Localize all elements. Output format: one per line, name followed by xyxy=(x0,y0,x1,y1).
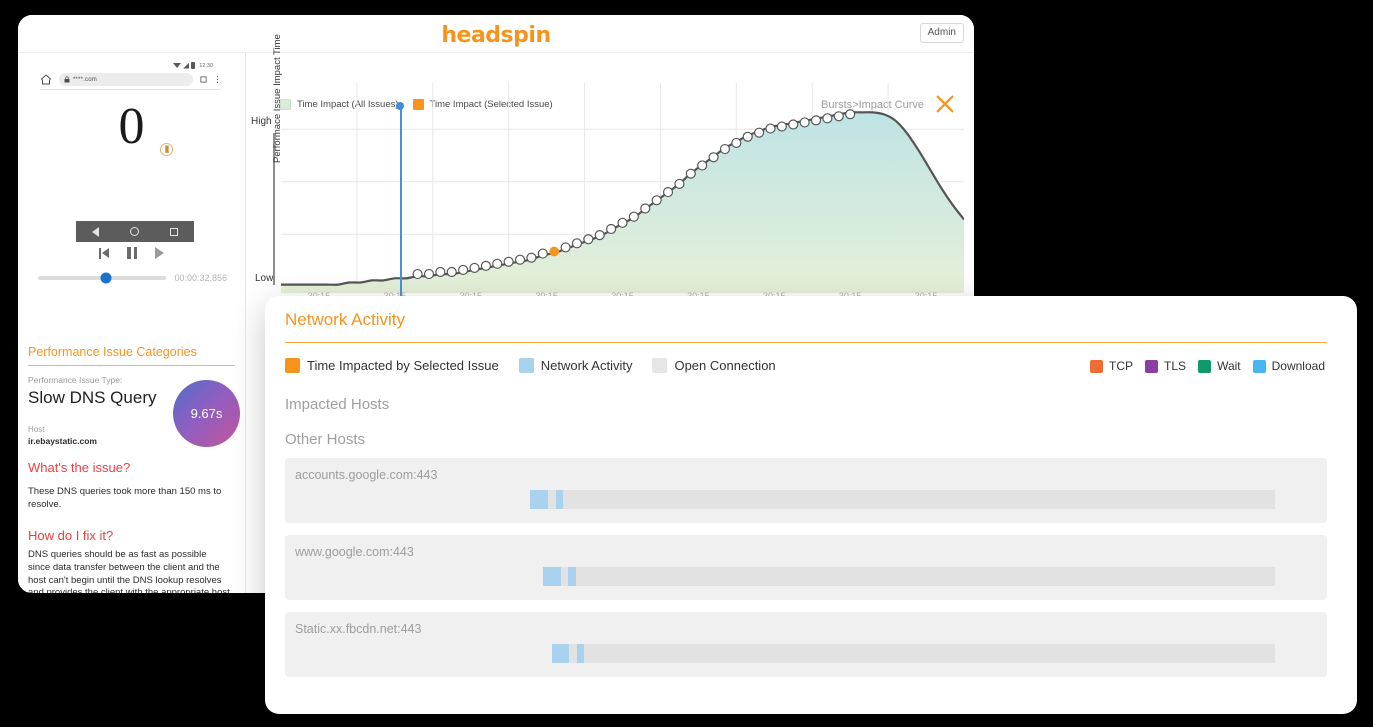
seek-slider[interactable] xyxy=(38,272,167,284)
net-legend-item-1: Network Activity xyxy=(518,358,633,373)
net-phase-legend-item-3: Download xyxy=(1252,359,1325,373)
net-legend-label-2: Open Connection xyxy=(674,358,776,373)
device-clock: 12:30 xyxy=(199,62,213,69)
device-status-bar: 12:30 xyxy=(173,62,213,69)
open-connection-track xyxy=(551,644,1275,663)
table-row[interactable]: www.google.com:443 xyxy=(285,535,1327,600)
network-legend-right: TCP TLS Wait Download xyxy=(1090,359,1325,373)
host-name: accounts.google.com:443 xyxy=(295,468,438,482)
battery-icon xyxy=(191,62,196,69)
network-legend-left: Time Impacted by Selected Issue Network A… xyxy=(285,358,776,373)
network-activity-title: Network Activity xyxy=(285,310,405,329)
open-connection-track xyxy=(543,567,1275,586)
network-segment xyxy=(551,644,570,663)
pause-badge-icon: ▐▌ xyxy=(160,143,173,156)
net-phase-swatch-0 xyxy=(1090,359,1104,373)
wifi-icon xyxy=(173,63,182,68)
nav-back-icon[interactable] xyxy=(91,226,99,237)
network-segment xyxy=(568,567,576,586)
seek-row: 00:00:32.856 xyxy=(38,272,227,284)
left-panel: 12:30 ****.com 0 ▐▌ 00:00:32.856 Perform… xyxy=(18,53,246,593)
host-list: accounts.google.com:443 www.google.com:44… xyxy=(285,458,1327,689)
performance-issue-categories-title: Performance Issue Categories xyxy=(28,345,197,359)
network-activity-divider xyxy=(285,342,1327,343)
net-phase-legend-item-2: Wait xyxy=(1198,359,1241,373)
home-icon xyxy=(40,74,52,85)
net-phase-label-0: TCP xyxy=(1109,359,1134,373)
table-row[interactable]: accounts.google.com:443 xyxy=(285,458,1327,523)
net-phase-legend-item-0: TCP xyxy=(1090,359,1133,373)
tab-count-icon[interactable] xyxy=(200,75,207,84)
impacted-hosts-label: Impacted Hosts xyxy=(285,396,390,413)
network-segment xyxy=(529,490,548,509)
pause-button[interactable] xyxy=(127,247,137,259)
net-legend-swatch-2 xyxy=(652,358,668,373)
issue-score-badge: 9.67s xyxy=(173,380,240,447)
chart-data-point-markers xyxy=(412,109,856,280)
net-legend-swatch-0 xyxy=(285,358,300,373)
nav-home-icon[interactable] xyxy=(129,227,139,236)
net-legend-swatch-1 xyxy=(518,358,534,373)
y-axis-high-label: High xyxy=(251,116,272,127)
issue-type-label: Performance Issue Type: xyxy=(28,375,123,385)
device-address-bar: ****.com xyxy=(40,73,221,86)
how-do-i-fix-it-heading: How do I fix it? xyxy=(28,528,114,543)
url-pill[interactable]: ****.com xyxy=(59,73,193,86)
chart-plot-area xyxy=(281,83,964,293)
net-phase-swatch-3 xyxy=(1252,359,1266,373)
signal-icon xyxy=(183,62,190,69)
categories-divider xyxy=(28,365,235,366)
network-segment xyxy=(555,490,564,509)
chart-playhead-handle[interactable] xyxy=(396,102,404,110)
net-phase-swatch-1 xyxy=(1145,359,1159,373)
y-axis-low-label: Low xyxy=(255,273,274,284)
network-segment xyxy=(543,567,562,586)
play-button[interactable] xyxy=(155,247,164,259)
network-activity-panel: Network Activity Time Impacted by Select… xyxy=(265,296,1357,714)
net-phase-label-2: Wait xyxy=(1217,359,1241,373)
overflow-menu-icon[interactable] xyxy=(214,75,221,84)
issue-type-value: Slow DNS Query xyxy=(28,388,157,407)
net-legend-item-2: Open Connection xyxy=(652,358,776,373)
admin-button[interactable]: Admin xyxy=(919,23,964,43)
device-preview: 12:30 ****.com 0 ▐▌ 00:00:32.856 xyxy=(32,59,231,284)
android-navigation-bar xyxy=(76,221,194,242)
host-label: Host xyxy=(28,425,45,434)
seek-thumb[interactable] xyxy=(100,272,112,284)
app-topbar: headspin Admin xyxy=(18,15,974,53)
net-legend-item-0: Time Impacted by Selected Issue xyxy=(285,358,499,373)
net-phase-label-1: TLS xyxy=(1164,359,1187,373)
seek-timecode: 00:00:32.856 xyxy=(174,273,227,283)
lock-icon xyxy=(64,76,70,83)
url-text: ****.com xyxy=(73,76,97,83)
net-legend-label-0: Time Impacted by Selected Issue xyxy=(307,358,499,373)
network-segment xyxy=(576,644,585,663)
address-bar-divider xyxy=(40,89,221,90)
open-connection-track xyxy=(529,490,1275,509)
net-phase-legend-item-1: TLS xyxy=(1145,359,1186,373)
host-name: www.google.com:443 xyxy=(295,545,414,559)
net-phase-swatch-2 xyxy=(1198,359,1212,373)
other-hosts-label: Other Hosts xyxy=(285,431,366,448)
playback-controls xyxy=(32,247,231,259)
host-value: ir.ebaystatic.com xyxy=(28,436,97,446)
table-row[interactable]: Static.xx.fbcdn.net:443 xyxy=(285,612,1327,677)
how-do-i-fix-it-body: DNS queries should be as fast as possibl… xyxy=(28,549,230,593)
skip-previous-button[interactable] xyxy=(99,247,109,259)
whats-the-issue-body: These DNS queries took more than 150 ms … xyxy=(28,486,222,510)
whats-the-issue-heading: What's the issue? xyxy=(28,460,131,475)
screenshot-stage: headspin Admin 12:30 ****.com 0 ▐▌ 00:00… xyxy=(0,0,1373,727)
headspin-logo: headspin xyxy=(441,23,551,48)
host-name: Static.xx.fbcdn.net:443 xyxy=(295,622,422,636)
net-phase-label-3: Download xyxy=(1271,359,1325,373)
device-counter: 0 xyxy=(118,98,145,155)
net-legend-label-1: Network Activity xyxy=(540,358,633,373)
nav-recent-icon[interactable] xyxy=(170,227,179,236)
